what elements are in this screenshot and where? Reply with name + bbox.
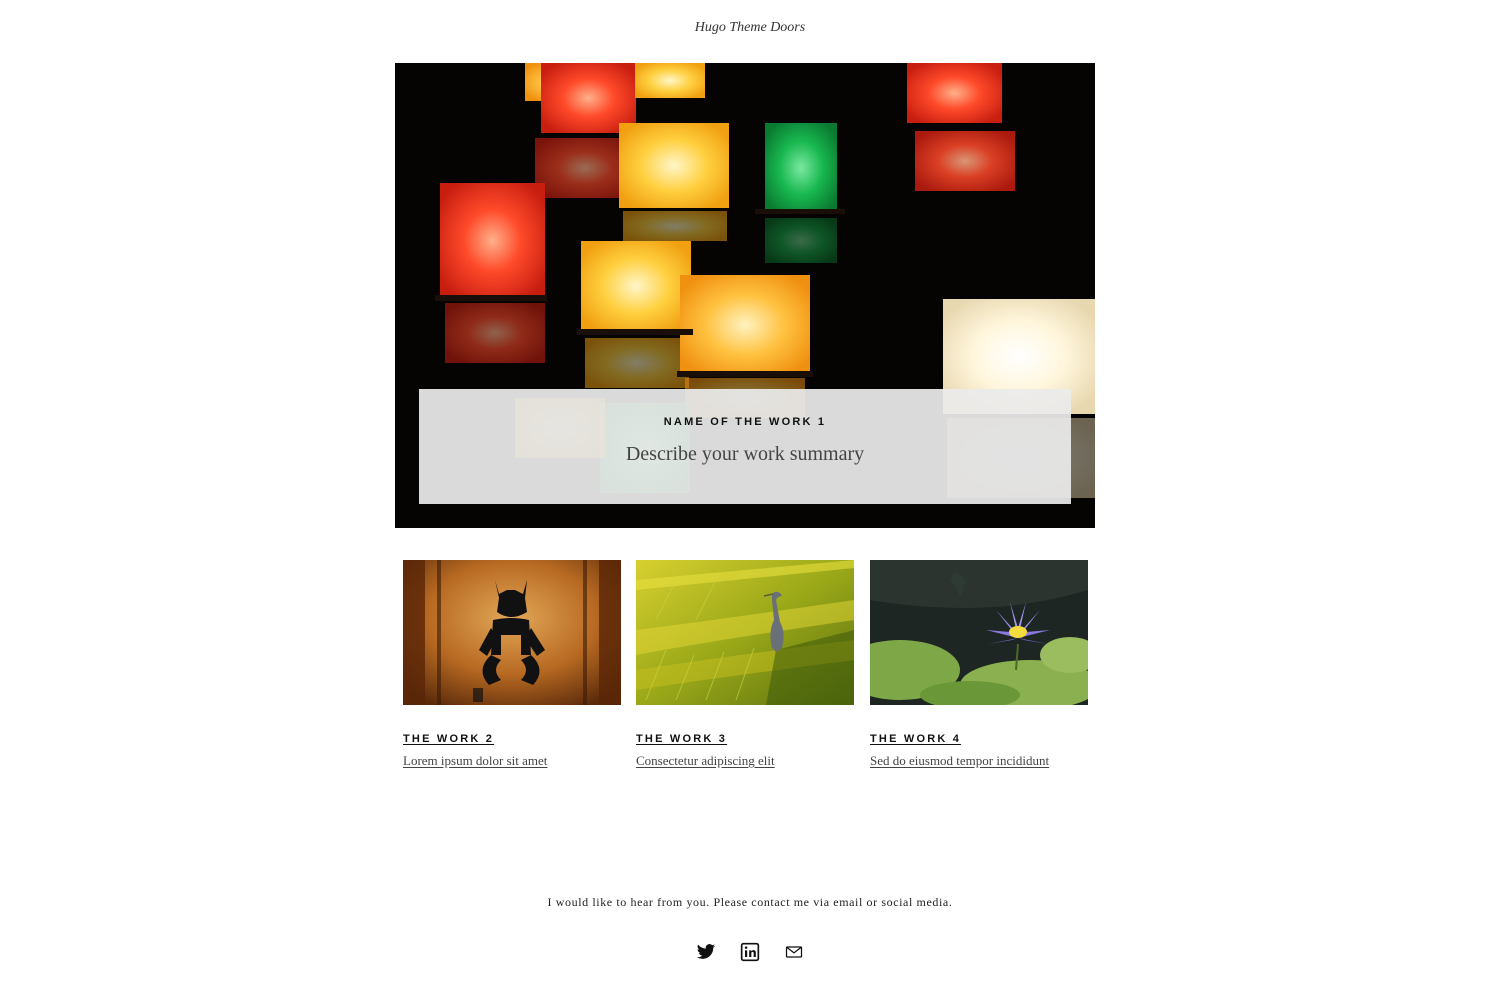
work-summary[interactable]: Consectetur adipiscing elit [636, 753, 854, 769]
hero-work[interactable]: NAME OF THE WORK 1 Describe your work su… [395, 63, 1095, 528]
linkedin-icon[interactable] [740, 942, 760, 962]
work-card: THE WORK 3 Consectetur adipiscing elit [636, 560, 854, 769]
work-card: THE WORK 2 Lorem ipsum dolor sit amet [403, 560, 621, 769]
mail-icon[interactable] [784, 942, 804, 962]
hero-title[interactable]: NAME OF THE WORK 1 [419, 416, 1071, 428]
work-thumbnail[interactable] [403, 560, 621, 705]
work-image [636, 560, 854, 705]
site-title[interactable]: Hugo Theme Doors [0, 20, 1500, 36]
work-thumbnail[interactable] [870, 560, 1088, 705]
hero-card: NAME OF THE WORK 1 Describe your work su… [419, 389, 1071, 504]
work-summary[interactable]: Lorem ipsum dolor sit amet [403, 753, 621, 769]
work-title[interactable]: THE WORK 3 [636, 733, 727, 745]
work-image [403, 560, 621, 705]
work-thumbnail[interactable] [636, 560, 854, 705]
work-image [870, 560, 1088, 705]
contact-text: I would like to hear from you. Please co… [547, 895, 953, 909]
work-summary[interactable]: Sed do eiusmod tempor incididunt [870, 753, 1088, 769]
hero-summary: Describe your work summary [625, 443, 865, 465]
twitter-icon[interactable] [696, 942, 716, 962]
social-links [0, 942, 1500, 962]
work-card: THE WORK 4 Sed do eiusmod tempor incidid… [870, 560, 1088, 769]
work-title[interactable]: THE WORK 2 [403, 733, 494, 745]
work-title[interactable]: THE WORK 4 [870, 733, 961, 745]
